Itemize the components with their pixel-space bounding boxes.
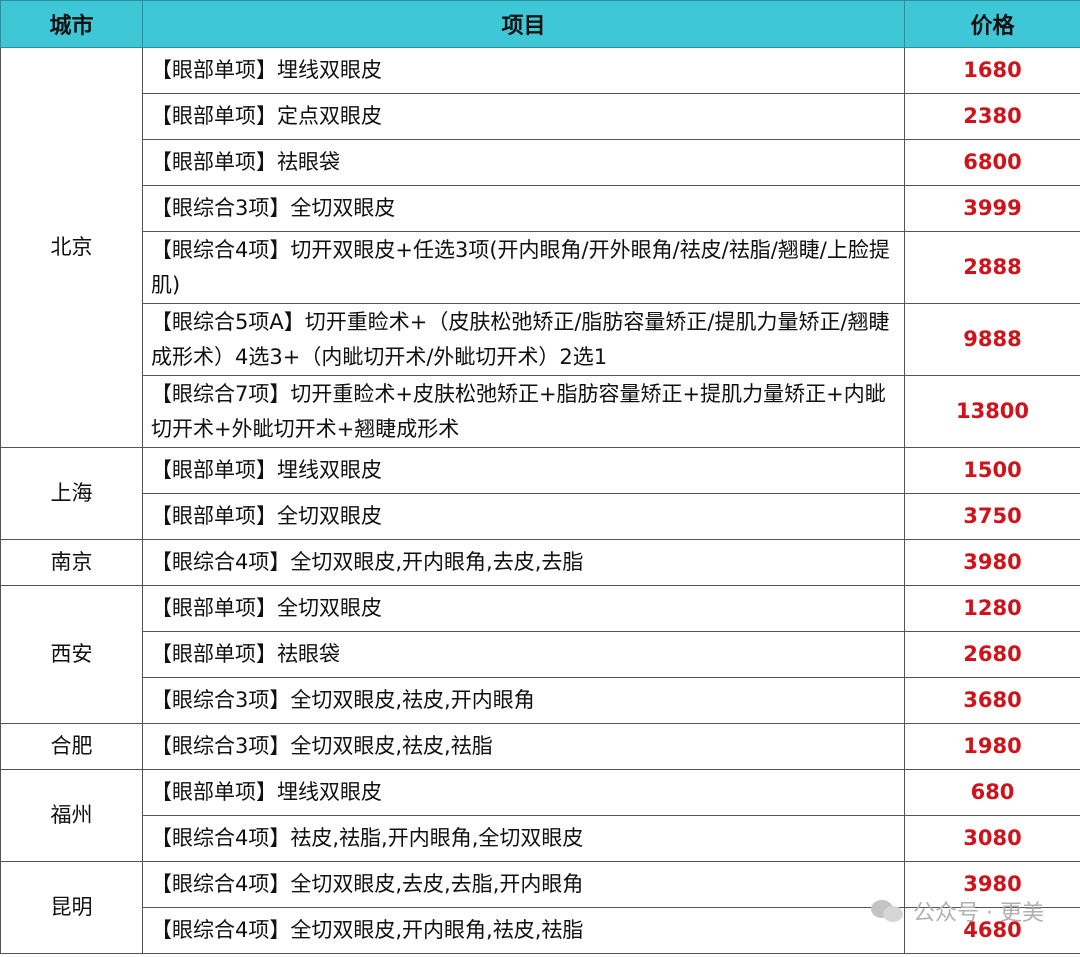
table-row: 福州 【眼部单项】埋线双眼皮 680 [0, 769, 1080, 862]
header-price: 价格 [904, 0, 1080, 48]
watermark-text: 公众号 · 更美 [913, 901, 1044, 926]
header-city: 城市 [0, 0, 143, 48]
item-cell: 【眼综合4项】全切双眼皮,去皮,去脂,开内眼角 [142, 861, 905, 908]
item-cell: 【眼部单项】全切双眼皮 [142, 585, 905, 632]
price-cell: 9888 [904, 303, 1080, 376]
table-row: 南京 【眼综合4项】全切双眼皮,开内眼角,去皮,去脂 3980 [0, 539, 1080, 586]
price-cell: 2380 [904, 93, 1080, 140]
item-cell: 【眼综合3项】全切双眼皮 [142, 185, 905, 232]
price-cell: 2888 [904, 231, 1080, 304]
item-cell: 【眼综合4项】全切双眼皮,开内眼角,祛皮,祛脂 [142, 907, 905, 954]
price-table: 城市 项目 价格 北京 【眼部单项】埋线双眼皮 1680 【眼部单项】定点双眼皮… [0, 0, 1080, 954]
table-row: 【眼部单项】祛眼袋 2680 [1, 631, 1080, 678]
table-row: 【眼综合4项】切开双眼皮+任选3项(开内眼角/开外眼角/祛皮/祛脂/翘睫/上脸提… [1, 231, 1080, 304]
price-cell: 2680 [904, 631, 1080, 678]
price-cell: 13800 [904, 375, 1080, 448]
table-row: 【眼综合5项A】切开重睑术+（皮肤松弛矫正/脂肪容量矫正/提肌力量矫正/翘睫成形… [1, 303, 1080, 376]
item-cell: 【眼综合4项】全切双眼皮,开内眼角,去皮,去脂 [142, 539, 905, 586]
table-row: 【眼部单项】定点双眼皮 2380 [1, 93, 1080, 140]
price-cell: 1280 [904, 585, 1080, 632]
table-row: 合肥 【眼综合3项】全切双眼皮,祛皮,祛脂 1980 [0, 723, 1080, 770]
item-cell: 【眼部单项】埋线双眼皮 [142, 47, 905, 94]
price-cell: 3980 [904, 539, 1080, 586]
table-row: 西安 【眼部单项】全切双眼皮 1280 [0, 585, 1080, 724]
table-header-row: 城市 项目 价格 [0, 0, 1080, 48]
table-row: 北京 【眼部单项】埋线双眼皮 1680 [0, 47, 1080, 448]
price-cell: 3680 [904, 677, 1080, 724]
price-cell: 680 [904, 769, 1080, 816]
price-cell: 6800 [904, 139, 1080, 186]
table-row: 【眼综合3项】全切双眼皮 3999 [1, 185, 1080, 232]
item-cell: 【眼综合4项】切开双眼皮+任选3项(开内眼角/开外眼角/祛皮/祛脂/翘睫/上脸提… [142, 231, 905, 304]
header-item: 项目 [142, 0, 905, 48]
item-cell: 【眼综合7项】切开重睑术+皮肤松弛矫正+脂肪容量矫正+提肌力量矫正+内眦切开术+… [142, 375, 905, 448]
item-cell: 【眼部单项】埋线双眼皮 [142, 769, 905, 816]
item-cell: 【眼综合3项】全切双眼皮,祛皮,开内眼角 [142, 677, 905, 724]
city-cell: 南京 [0, 539, 143, 586]
item-cell: 【眼部单项】全切双眼皮 [142, 493, 905, 540]
table-row: 上海 【眼部单项】埋线双眼皮 1500 [0, 447, 1080, 540]
price-cell: 3080 [904, 815, 1080, 862]
price-cell: 3999 [904, 185, 1080, 232]
item-cell: 【眼部单项】埋线双眼皮 [142, 447, 905, 494]
table-row: 【眼综合7项】切开重睑术+皮肤松弛矫正+脂肪容量矫正+提肌力量矫正+内眦切开术+… [1, 375, 1080, 448]
item-cell: 【眼综合5项A】切开重睑术+（皮肤松弛矫正/脂肪容量矫正/提肌力量矫正/翘睫成形… [142, 303, 905, 376]
price-cell: 3750 [904, 493, 1080, 540]
item-cell: 【眼综合4项】祛皮,祛脂,开内眼角,全切双眼皮 [142, 815, 905, 862]
city-cell: 合肥 [0, 723, 143, 770]
item-cell: 【眼综合3项】全切双眼皮,祛皮,祛脂 [142, 723, 905, 770]
table-row: 【眼综合4项】祛皮,祛脂,开内眼角,全切双眼皮 3080 [1, 815, 1080, 862]
table-row: 【眼部单项】祛眼袋 6800 [1, 139, 1080, 186]
city-cell: 福州 [0, 769, 143, 862]
table-row: 【眼部单项】全切双眼皮 3750 [1, 493, 1080, 540]
wechat-icon [871, 898, 905, 924]
item-cell: 【眼部单项】祛眼袋 [142, 139, 905, 186]
price-cell: 1680 [904, 47, 1080, 94]
price-cell: 1500 [904, 447, 1080, 494]
watermark: 公众号 · 更美 [871, 895, 1044, 927]
city-cell: 昆明 [0, 861, 143, 954]
price-cell: 1980 [904, 723, 1080, 770]
table-row: 【眼综合3项】全切双眼皮,祛皮,开内眼角 3680 [1, 677, 1080, 724]
item-cell: 【眼部单项】定点双眼皮 [142, 93, 905, 140]
item-cell: 【眼部单项】祛眼袋 [142, 631, 905, 678]
city-cell: 西安 [0, 585, 143, 724]
city-cell: 北京 [0, 47, 143, 448]
city-cell: 上海 [0, 447, 143, 540]
